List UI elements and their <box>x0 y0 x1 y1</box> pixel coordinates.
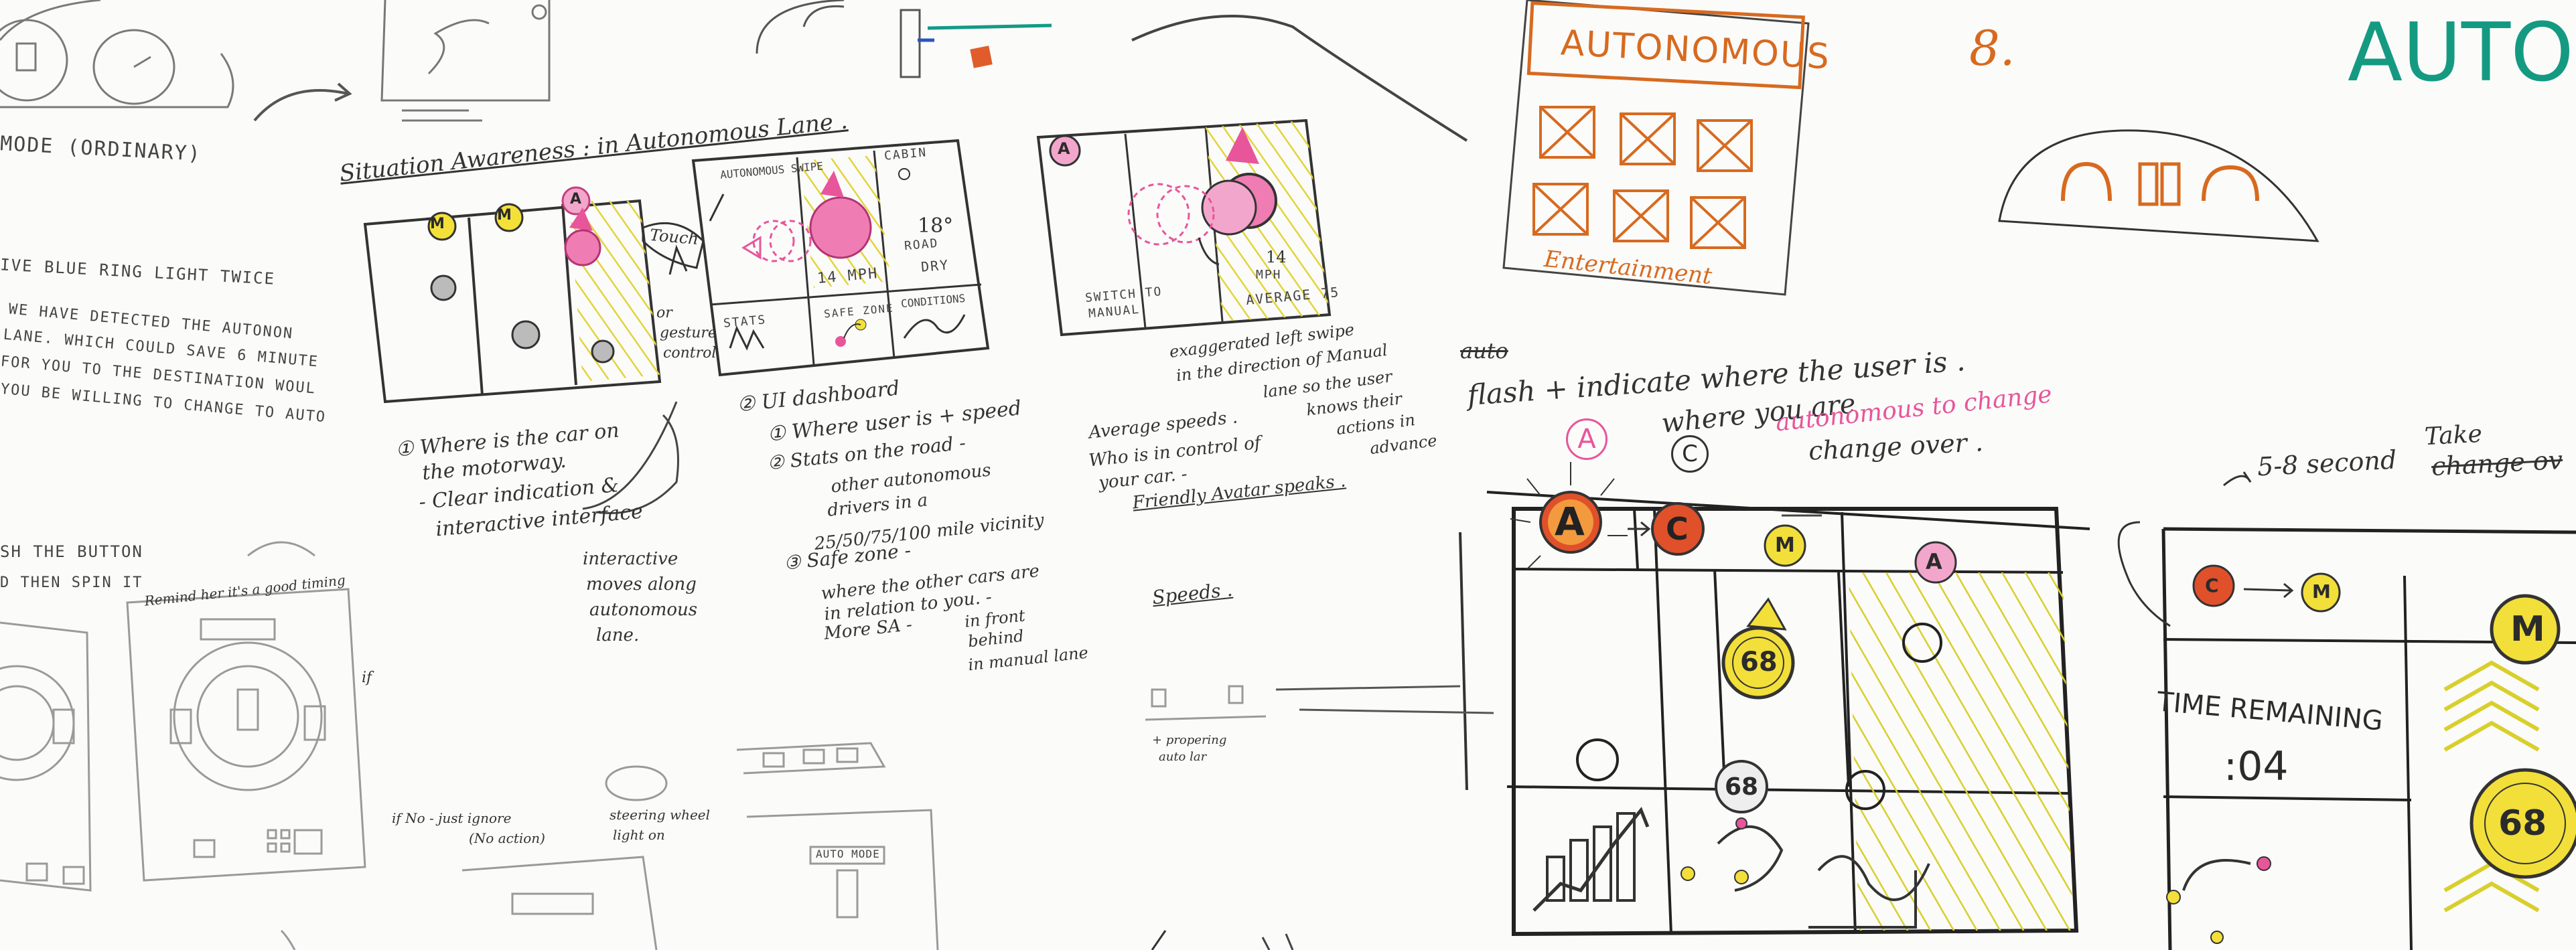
badge-a-big: A <box>1555 499 1585 544</box>
interactive-line-3: autonomous <box>589 600 698 620</box>
control-label: control <box>663 345 717 362</box>
propering-line-1: + propering <box>1152 733 1227 747</box>
badge-m-4: M <box>2312 580 2331 603</box>
take-label: Take <box>2423 420 2483 451</box>
badge-a-3: A <box>1926 549 1942 574</box>
auto-mode-label: AUTO MODE <box>816 848 880 860</box>
badge-a-2: A <box>1058 139 1070 158</box>
autonomous-circle-legend: A <box>1566 418 1607 460</box>
mph-14-number: 14 <box>1266 248 1287 266</box>
badge-m-1: M <box>430 216 445 232</box>
badge-m-3: M <box>1775 534 1795 557</box>
control-circle-legend: C <box>1671 435 1709 473</box>
teal-line <box>927 23 1052 30</box>
badge-m-2: M <box>497 207 512 224</box>
interactive-line-1: interactive <box>583 549 678 569</box>
dry-label: DRY <box>920 256 950 275</box>
interactive-line-4: lane. <box>596 625 640 645</box>
propering-line-2: auto lar <box>1159 750 1207 764</box>
badge-a-1: A <box>570 191 582 208</box>
steering-line-2: light on <box>613 827 665 843</box>
auto-big-title: AUTO <box>2348 7 2574 100</box>
badge-c-big: C <box>1666 511 1689 547</box>
lane-sketch-1 <box>363 186 662 404</box>
if-label: if <box>362 669 372 686</box>
speed-badge-1: 68 <box>1740 647 1778 678</box>
if-no-line-2: (No action) <box>469 830 545 846</box>
sketch-canvas <box>0 0 2576 950</box>
time-remaining-value: :04 <box>2224 743 2289 790</box>
then-spin-label: D THEN SPIN IT <box>0 574 143 591</box>
road-label: ROAD <box>904 236 940 254</box>
auto-dome-sketch <box>1998 129 2319 242</box>
interactive-line-2: moves along <box>586 574 697 595</box>
badge-m-big: M <box>2510 609 2545 649</box>
gauge-sketch-top <box>756 0 993 78</box>
steering-line-1: steering wheel <box>610 807 711 823</box>
auto-struck: auto <box>1460 338 1508 364</box>
arrow-sketch <box>253 89 349 122</box>
speed-badge-3: 68 <box>2498 803 2547 844</box>
mph-14-unit: MPH <box>1256 268 1282 282</box>
dashboard-sketch-top-left <box>0 0 234 108</box>
badge-c-small: C <box>2205 574 2219 597</box>
push-button-label: SH THE BUTTON <box>0 542 143 561</box>
page-number: 8. <box>1969 20 2015 76</box>
gesture-label: gesture <box>660 325 717 341</box>
or-label: or <box>656 305 672 321</box>
temp-label: 18° <box>918 214 954 238</box>
map-sketch <box>380 0 551 122</box>
speed-badge-2: 68 <box>1725 773 1759 801</box>
if-no-line-1: if No - just ignore <box>392 810 512 826</box>
